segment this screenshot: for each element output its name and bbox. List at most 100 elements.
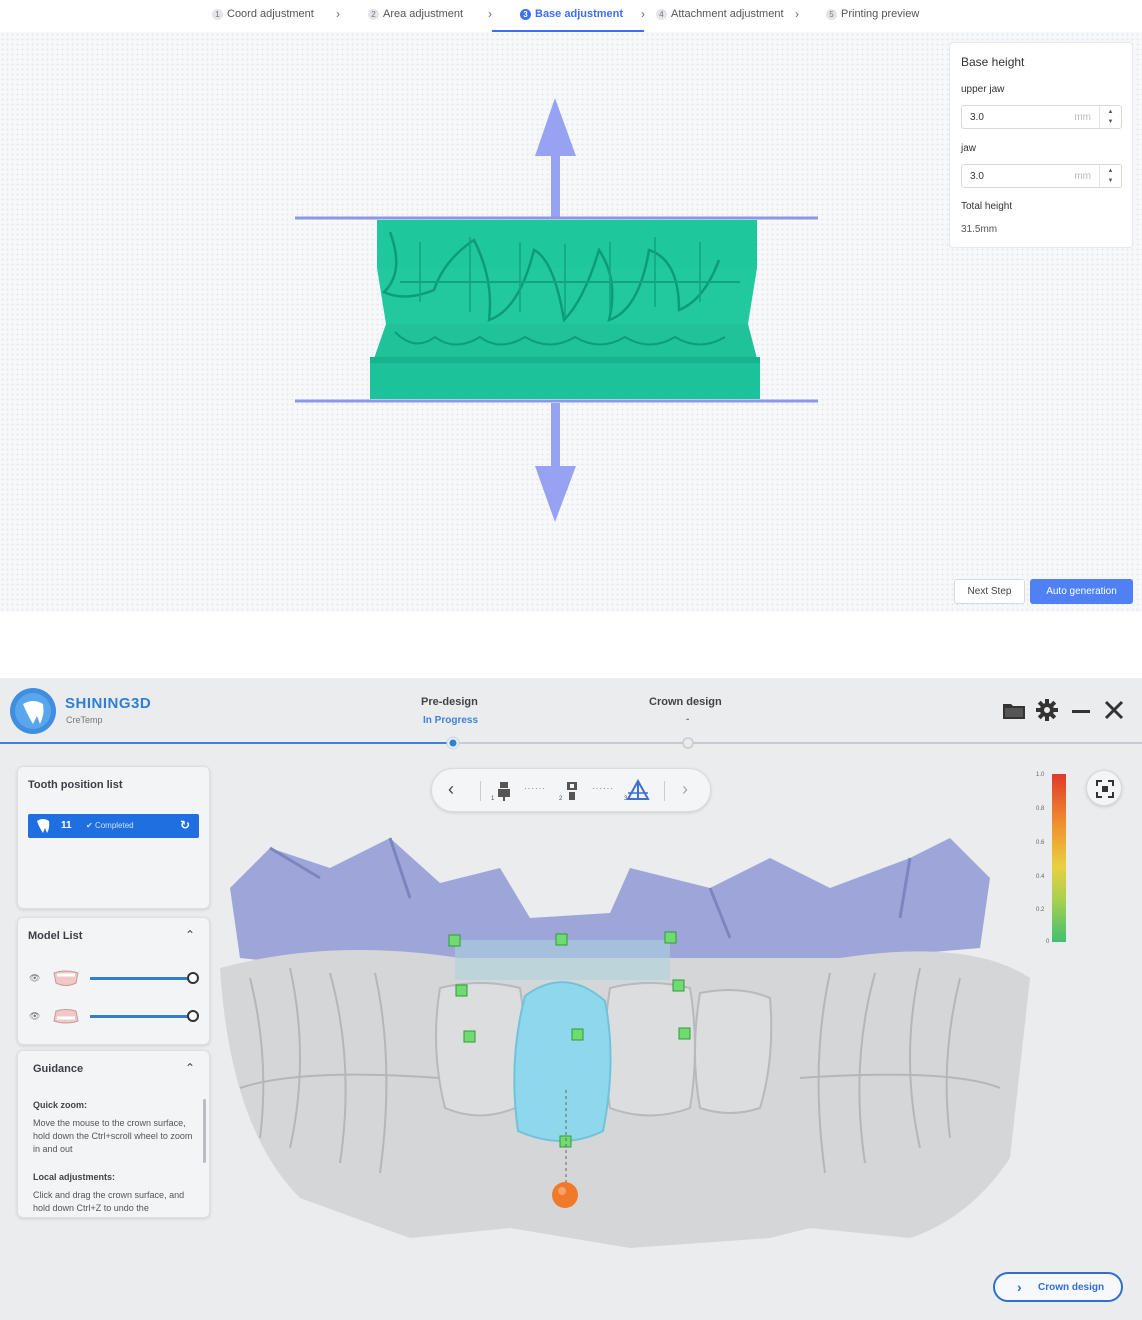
dental-model <box>370 220 760 399</box>
total-height-value: 31.5mm <box>961 224 998 235</box>
tooth-position-list-title: Tooth position list <box>28 779 123 791</box>
folder-icon[interactable] <box>1002 700 1026 720</box>
chevron-right-icon: › <box>641 7 645 21</box>
guidance-heading: Quick zoom: <box>33 1100 88 1110</box>
jaw-input[interactable]: 3.0 mm ▲ ▼ <box>961 164 1122 188</box>
panel-title: Base height <box>961 55 1025 69</box>
step-label: Printing preview <box>841 8 920 20</box>
chevron-right-icon: › <box>795 7 799 21</box>
step-label: Area adjustment <box>383 8 464 20</box>
guidance-scrollbar[interactable] <box>203 1099 206 1163</box>
tooth-status-text: Completed <box>94 821 134 830</box>
up-arrow-handle[interactable] <box>535 98 576 218</box>
number-stepper[interactable]: ▲ ▼ <box>1099 106 1121 128</box>
step-number: 2 <box>368 8 379 20</box>
stage-pre-design-label[interactable]: Pre-design <box>421 696 478 708</box>
step-label: Coord adjustment <box>227 8 314 20</box>
refresh-icon[interactable]: ↻ <box>180 818 190 832</box>
guidance-panel: Guidance ⌃ Quick zoom: Move the mouse to… <box>17 1050 210 1218</box>
crown-design-button[interactable]: › Crown design <box>993 1272 1123 1302</box>
model-item-lower-jaw: 👁 <box>18 1005 211 1029</box>
chevron-up-icon[interactable]: ⌃ <box>185 928 195 942</box>
upper-jaw-value: 3.0 <box>970 112 984 123</box>
chevron-right-icon[interactable]: › <box>682 779 688 800</box>
tool-step-3-icon[interactable] <box>624 779 652 803</box>
shining3d-logo-icon <box>10 688 56 734</box>
step-number: 4 <box>656 8 667 20</box>
scale-label: 0 <box>1046 939 1050 945</box>
tool-step-2-icon[interactable] <box>559 780 585 802</box>
lower-jaw-icon <box>53 1009 79 1024</box>
check-icon: ✔ <box>86 821 95 830</box>
model-list-panel: Model List ⌃ 👁 👁 <box>17 917 210 1045</box>
step-attachment-adjustment[interactable]: 4 Attachment adjustment <box>656 8 784 20</box>
next-step-button[interactable]: Next Step <box>954 579 1025 604</box>
step-coord-adjustment[interactable]: 1 Coord adjustment <box>212 8 314 20</box>
minimize-icon[interactable] <box>1071 700 1091 720</box>
close-icon[interactable] <box>1104 700 1124 720</box>
scale-label: 0.8 <box>1036 806 1045 812</box>
stage-pre-design-status: In Progress <box>423 715 479 726</box>
upper-jaw-input[interactable]: 3.0 mm ▲ ▼ <box>961 105 1122 129</box>
upper-jaw-label: upper jaw <box>961 84 1005 95</box>
fit-view-icon <box>1096 780 1114 798</box>
fit-view-button[interactable] <box>1086 770 1122 806</box>
step-number: 1 <box>212 8 223 20</box>
tooth-status: ✔ Completed <box>86 821 134 830</box>
step-printing-preview[interactable]: 5 Printing preview <box>826 8 919 20</box>
guidance-text: Click and drag the crown surface, and ho… <box>33 1190 185 1213</box>
chevron-right-icon: › <box>488 7 492 21</box>
number-stepper[interactable]: ▲ ▼ <box>1099 165 1121 187</box>
tool-step-3-number: 3 <box>624 796 628 802</box>
rotation-handle[interactable] <box>552 1182 578 1208</box>
crown-design-window: SHINING3D CreTemp Pre-design In Progress… <box>0 678 1142 1320</box>
jaw-label: jaw <box>961 143 977 154</box>
crown-design-viewport[interactable] <box>210 828 1090 1298</box>
divider <box>480 781 481 801</box>
chevron-up-icon[interactable]: ⌃ <box>185 1061 195 1075</box>
crown[interactable] <box>513 981 612 1142</box>
guidance-title: Guidance <box>33 1063 84 1075</box>
down-arrow-handle[interactable] <box>535 403 576 522</box>
brand-name: SHINING3D <box>65 695 152 712</box>
progress-fill <box>0 742 453 744</box>
crown-design-button-label: Crown design <box>1038 1282 1105 1293</box>
deviation-color-scale <box>1052 774 1066 942</box>
step-base-adjustment[interactable]: 3 Base adjustment <box>520 8 623 20</box>
tooth-item-11[interactable]: 11 ✔ Completed ↻ <box>28 814 199 838</box>
step-bar: 1 Coord adjustment › 2 Area adjustment ›… <box>0 0 1142 32</box>
stage-crown-design-status: - <box>686 714 690 725</box>
slider-handle[interactable] <box>187 972 199 984</box>
eye-icon[interactable]: 👁 <box>29 1011 40 1022</box>
stage-progress-bar <box>0 742 1142 744</box>
base-height-panel: Base height upper jaw 3.0 mm ▲ ▼ jaw 3.0 … <box>949 42 1133 248</box>
stepper-up-icon[interactable]: ▲ <box>1100 107 1121 117</box>
guidance-text: Move the mouse to the crown surface, hol… <box>33 1118 193 1154</box>
eye-icon[interactable]: 👁 <box>29 973 40 984</box>
upper-jaw-icon <box>53 970 79 986</box>
tooth-position-list-panel: Tooth position list 11 ✔ Completed ↻ <box>17 766 210 909</box>
dotted-connector: ······ <box>524 784 546 793</box>
upper-jaw-opacity-slider[interactable] <box>90 977 190 980</box>
dental-model-viewport[interactable] <box>0 32 940 612</box>
model-item-upper-jaw: 👁 <box>18 967 211 991</box>
stepper-up-icon[interactable]: ▲ <box>1100 166 1121 176</box>
lower-jaw-opacity-slider[interactable] <box>90 1015 190 1018</box>
step-label: Base adjustment <box>535 8 624 20</box>
dotted-connector: ······ <box>592 784 614 793</box>
gear-icon[interactable] <box>1036 699 1058 721</box>
tooth-icon <box>37 819 50 833</box>
chevron-left-icon[interactable]: ‹ <box>448 779 454 800</box>
step-area-adjustment[interactable]: 2 Area adjustment <box>368 8 463 20</box>
divider <box>664 781 665 801</box>
stepper-down-icon[interactable]: ▼ <box>1100 117 1121 127</box>
auto-generation-button[interactable]: Auto generation <box>1030 579 1133 604</box>
guidance-heading: Local adjustments: <box>33 1172 116 1182</box>
stepper-down-icon[interactable]: ▼ <box>1100 176 1121 186</box>
stage-crown-design-label[interactable]: Crown design <box>649 696 722 708</box>
scale-label: 0.2 <box>1036 907 1045 913</box>
scale-label: 0.6 <box>1036 840 1045 846</box>
progress-dot-active <box>446 736 460 750</box>
chevron-right-icon: › <box>1017 1279 1022 1295</box>
slider-handle[interactable] <box>187 1010 199 1022</box>
